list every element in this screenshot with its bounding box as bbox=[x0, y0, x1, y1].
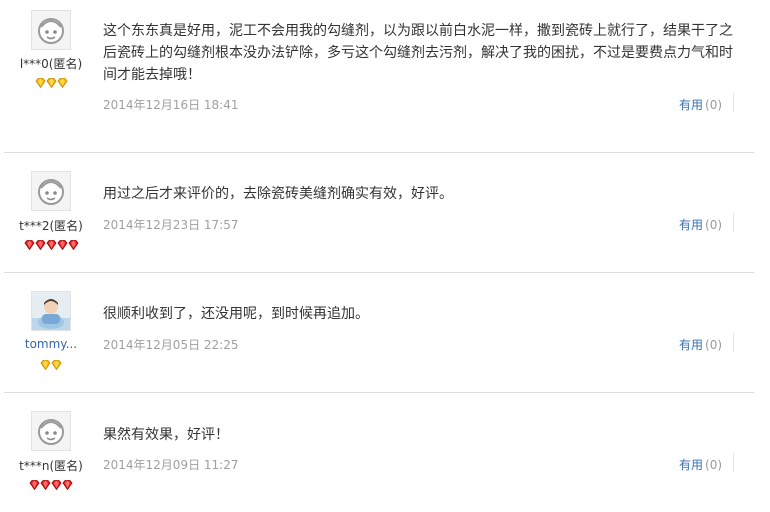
default-face-icon[interactable] bbox=[31, 411, 71, 451]
gold-diamond-icon bbox=[40, 355, 51, 371]
useful-button[interactable]: 有用 (0) bbox=[679, 336, 722, 353]
useful-label: 有用 bbox=[679, 338, 704, 352]
gold-diamond-icon bbox=[35, 73, 46, 89]
useful-button[interactable]: 有用 (0) bbox=[679, 216, 722, 233]
red-heart-icon bbox=[51, 475, 62, 491]
review-item: t***2(匿名) 用过之后才来评价的，去除瓷砖美缝剂确实有效，好评。 2014… bbox=[0, 153, 754, 272]
red-heart-icon bbox=[46, 235, 57, 251]
default-face-icon[interactable] bbox=[31, 10, 71, 50]
useful-count: (0) bbox=[705, 338, 723, 352]
review-content: 很顺利收到了，还没用呢，到时候再追加。 bbox=[103, 306, 369, 322]
useful-count: (0) bbox=[705, 98, 723, 112]
review-item: l***0(匿名) 这个东东真是好用，泥工不会用我的勾缝剂，以为跟以前白水泥一样… bbox=[0, 0, 754, 119]
user-level-badges bbox=[0, 355, 102, 371]
useful-label: 有用 bbox=[679, 458, 704, 472]
username-link[interactable]: tommy... bbox=[0, 337, 102, 351]
default-face-icon[interactable] bbox=[31, 171, 71, 211]
review-date: 2014年12月16日 18:41 bbox=[103, 98, 239, 112]
gold-diamond-icon bbox=[46, 73, 57, 89]
divider bbox=[733, 93, 734, 111]
red-heart-icon bbox=[57, 235, 68, 251]
gold-diamond-icon bbox=[51, 355, 62, 371]
divider bbox=[733, 453, 734, 471]
review-item: t***n(匿名) 果然有效果，好评！ 2014年12月09日 11:27 有用… bbox=[0, 393, 754, 512]
review-date: 2014年12月09日 11:27 bbox=[103, 458, 239, 472]
useful-button[interactable]: 有用 (0) bbox=[679, 96, 722, 113]
review-list: l***0(匿名) 这个东东真是好用，泥工不会用我的勾缝剂，以为跟以前白水泥一样… bbox=[0, 0, 770, 512]
useful-label: 有用 bbox=[679, 98, 704, 112]
useful-count: (0) bbox=[705, 218, 723, 232]
review-content: 用过之后才来评价的，去除瓷砖美缝剂确实有效，好评。 bbox=[103, 186, 453, 202]
red-heart-icon bbox=[62, 475, 73, 491]
useful-count: (0) bbox=[705, 458, 723, 472]
red-heart-icon bbox=[40, 475, 51, 491]
divider bbox=[733, 213, 734, 231]
red-heart-icon bbox=[68, 235, 79, 251]
user-level-badges bbox=[0, 73, 102, 89]
user-level-badges bbox=[0, 235, 102, 251]
useful-button[interactable]: 有用 (0) bbox=[679, 456, 722, 473]
review-date: 2014年12月05日 22:25 bbox=[103, 338, 239, 352]
useful-label: 有用 bbox=[679, 218, 704, 232]
review-item: tommy... 很顺利收到了，还没用呢，到时候再追加。 2014年12月05日… bbox=[0, 273, 754, 392]
username: t***n(匿名) bbox=[19, 459, 83, 473]
gold-diamond-icon bbox=[57, 73, 68, 89]
review-content: 果然有效果，好评！ bbox=[103, 427, 229, 443]
divider bbox=[733, 333, 734, 351]
review-date: 2014年12月23日 17:57 bbox=[103, 218, 239, 232]
child-photo-icon[interactable] bbox=[31, 291, 71, 331]
user-level-badges bbox=[0, 475, 102, 491]
red-heart-icon bbox=[35, 235, 46, 251]
red-heart-icon bbox=[29, 475, 40, 491]
username: t***2(匿名) bbox=[19, 219, 83, 233]
review-content: 这个东东真是好用，泥工不会用我的勾缝剂，以为跟以前白水泥一样，撒到瓷砖上就行了，… bbox=[103, 23, 733, 83]
username: l***0(匿名) bbox=[19, 57, 83, 71]
red-heart-icon bbox=[24, 235, 35, 251]
